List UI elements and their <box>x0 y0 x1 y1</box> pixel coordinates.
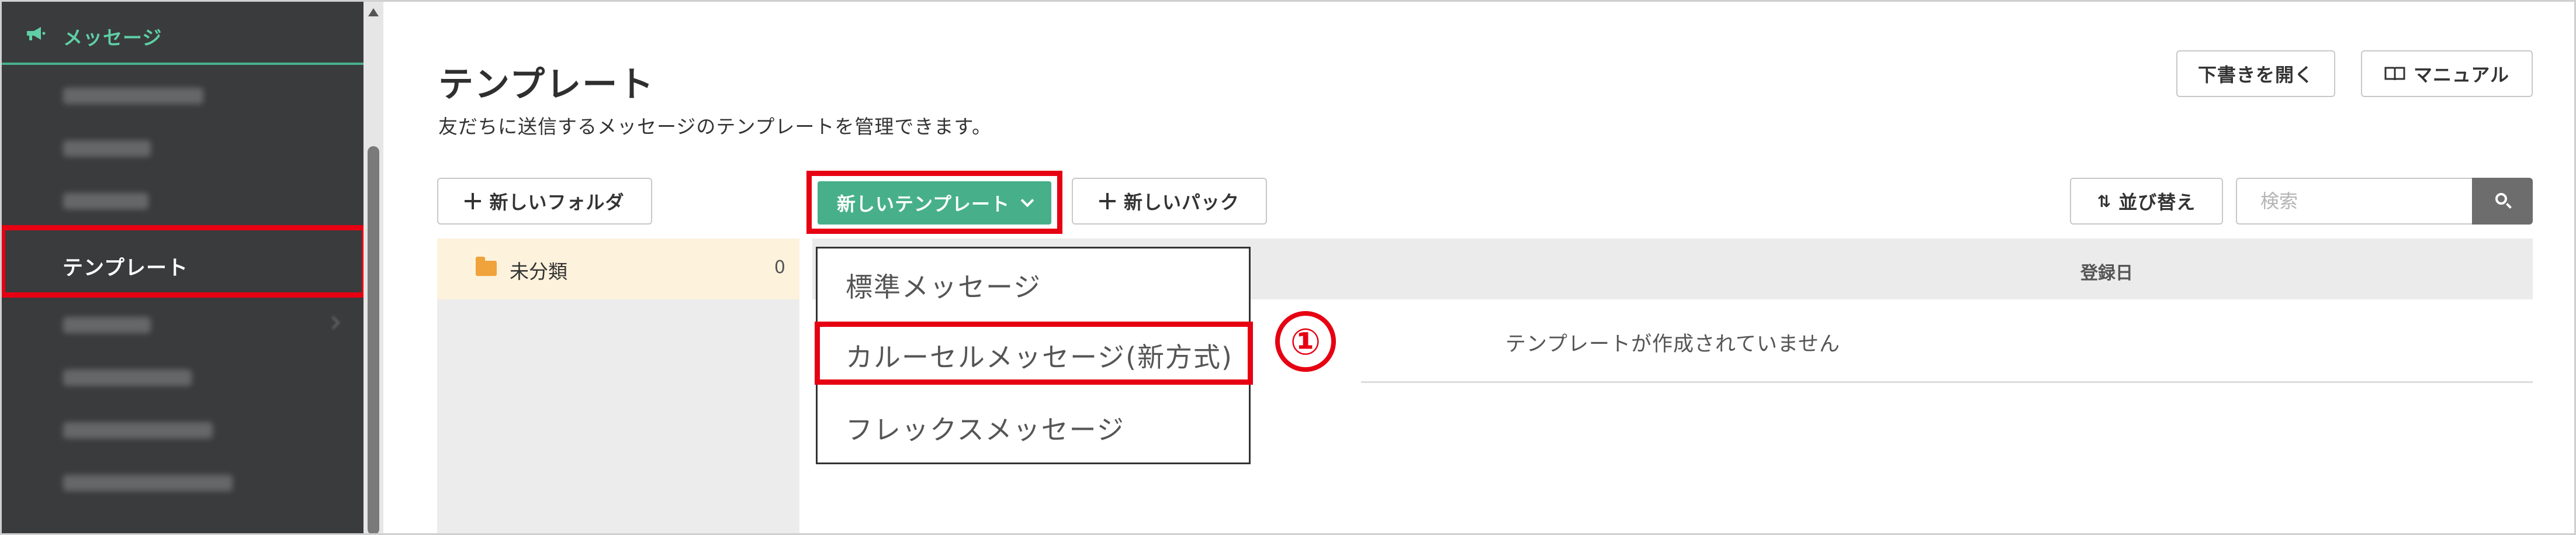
scroll-thumb[interactable] <box>368 146 379 535</box>
sidebar-item-blurred[interactable] <box>0 70 363 122</box>
manual-label: マニュアル <box>2413 64 2510 86</box>
folder-panel: 未分類 0 <box>437 239 799 535</box>
open-drafts-label: 下書きを開く <box>2197 64 2314 86</box>
chevron-right-icon <box>326 316 340 330</box>
page-subtitle: 友だちに送信するメッセージのテンプレートを管理できます。 <box>438 115 992 138</box>
folder-count: 0 <box>774 257 785 278</box>
carousel-message-highlight <box>815 322 1253 385</box>
sidebar-item-template[interactable]: テンプレート <box>0 225 367 298</box>
open-drafts-button[interactable]: 下書きを開く <box>2176 50 2335 97</box>
chevron-down-icon <box>1020 194 1034 208</box>
new-pack-label: 新しいパック <box>1123 191 1239 213</box>
sidebar-scrollbar[interactable] <box>363 0 383 535</box>
new-template-button[interactable]: 新しいテンプレート <box>818 181 1051 225</box>
step-number-badge: ① <box>1275 311 1336 372</box>
folder-open-icon <box>476 257 497 276</box>
folder-item[interactable]: 未分類 0 <box>437 239 799 299</box>
sort-icon: ⇅ <box>2097 191 2112 211</box>
sidebar-item-blurred[interactable] <box>0 123 363 174</box>
plus-icon <box>465 193 482 209</box>
new-template-label: 新しいテンプレート <box>836 193 1010 215</box>
new-folder-button[interactable]: 新しいフォルダ <box>437 178 652 225</box>
sidebar-item-blurred[interactable] <box>0 457 363 509</box>
sidebar: メッセージ テンプレート <box>0 0 367 535</box>
scroll-up-arrow-icon[interactable] <box>368 8 379 16</box>
manual-button[interactable]: マニュアル <box>2361 50 2533 97</box>
list-divider <box>1344 381 2533 383</box>
sidebar-item-blurred[interactable] <box>0 299 363 351</box>
sidebar-section-title: メッセージ <box>63 26 162 49</box>
menu-item-standard-message[interactable]: 標準メッセージ <box>846 266 1041 305</box>
sort-label: 並び替え <box>2118 191 2196 213</box>
search-button[interactable] <box>2472 178 2533 225</box>
sidebar-item-blurred[interactable] <box>0 175 363 227</box>
sidebar-item-blurred[interactable] <box>0 405 363 456</box>
megaphone-icon <box>27 27 46 40</box>
new-folder-label: 新しいフォルダ <box>489 191 625 213</box>
sidebar-item-label: テンプレート <box>63 257 188 280</box>
folder-label: 未分類 <box>510 260 567 283</box>
plus-icon <box>1099 193 1116 209</box>
page-title: テンプレート <box>438 64 655 105</box>
book-icon <box>2384 67 2405 81</box>
new-template-highlight: 新しいテンプレート <box>806 171 1062 234</box>
sidebar-section-header[interactable]: メッセージ <box>0 0 363 65</box>
sort-button[interactable]: ⇅ 並び替え <box>2070 178 2223 225</box>
search-input[interactable] <box>2236 178 2472 225</box>
search-icon <box>2495 193 2507 205</box>
new-pack-button[interactable]: 新しいパック <box>1072 178 1267 225</box>
menu-item-flex-message[interactable]: フレックスメッセージ <box>846 409 1125 447</box>
column-header-date[interactable]: 登録日 <box>2080 258 2133 284</box>
sidebar-item-blurred[interactable] <box>0 352 363 403</box>
empty-state-message: テンプレートが作成されていません <box>1505 333 1840 356</box>
